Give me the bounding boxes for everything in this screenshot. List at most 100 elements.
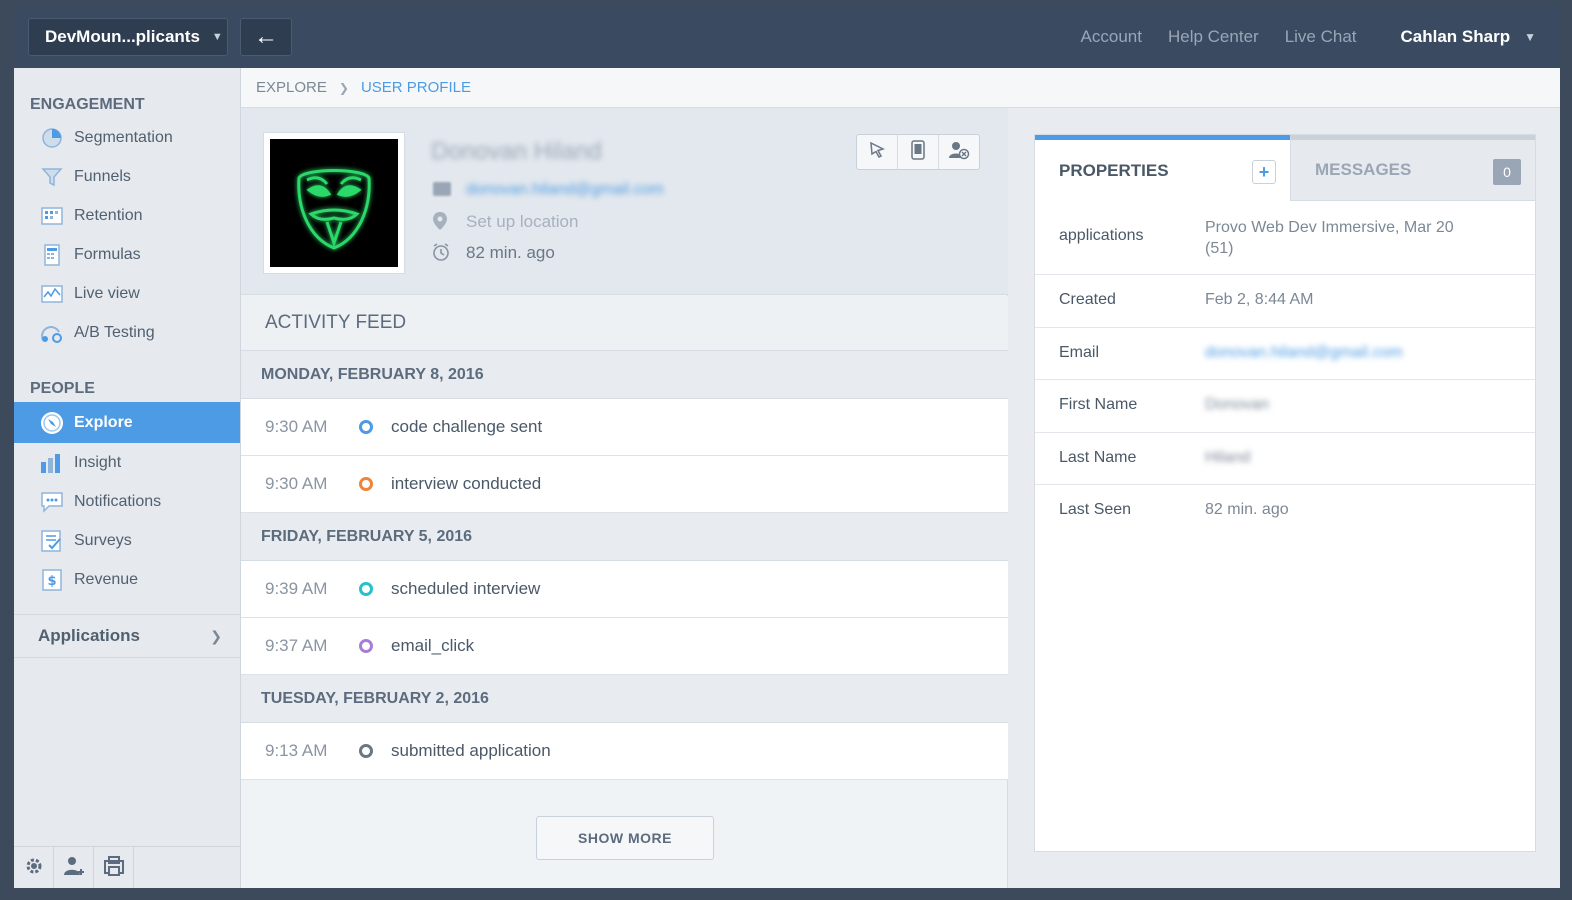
sidebar-item-funnels[interactable]: Funnels [14,157,240,196]
project-selector[interactable]: DevMoun...plicants ▼ [28,18,228,56]
chat-bubble-icon [40,490,64,514]
profile-header: Donovan Hiland donovan.hiland@gmail.com … [241,108,1008,295]
profile-actions [856,134,980,170]
sidebar-item-label: Live view [74,284,140,302]
event-dot-icon [359,582,373,596]
survey-icon [40,529,64,553]
property-key: Last Name [1059,449,1137,466]
dollar-icon: $ [40,568,64,592]
sidebar-item-ab-testing[interactable]: A/B Testing [14,313,240,352]
top-bar: DevMoun...plicants ▼ ← Account Help Cent… [14,6,1560,68]
location-pin-icon [431,211,449,236]
add-user-button[interactable] [54,847,94,888]
live-chart-icon [40,282,64,306]
add-property-button[interactable]: + [1252,160,1276,184]
account-link[interactable]: Account [1081,27,1142,47]
feed-event[interactable]: 9:30 AM code challenge sent [241,399,1008,456]
property-key: Last Seen [1059,501,1132,518]
sidebar-item-insight[interactable]: Insight [14,443,240,482]
property-value: Provo Web Dev Immersive, Mar 20 (51) [1205,219,1454,257]
applications-nav[interactable]: Applications ❯ [14,614,240,658]
sidebar-item-revenue[interactable]: $ Revenue [14,560,240,599]
last-seen-text: 82 min. ago [466,243,555,262]
tab-label: PROPERTIES [1059,160,1169,180]
location-setup-link[interactable]: Set up location [466,212,578,232]
remove-user-button[interactable] [939,135,979,169]
properties-card: PROPERTIES + MESSAGES 0 applications Pro… [1034,134,1536,852]
property-row: applications Provo Web Dev Immersive, Ma… [1035,201,1535,275]
breadcrumb-explore[interactable]: EXPLORE [256,79,327,96]
alarm-clock-icon [431,242,451,267]
avatar [263,132,405,274]
event-time: 9:39 AM [265,579,328,598]
help-center-link[interactable]: Help Center [1168,27,1259,47]
tab-properties[interactable]: PROPERTIES + [1035,135,1290,201]
sidebar-footer [14,846,240,888]
sidebar-item-retention[interactable]: Retention [14,196,240,235]
remove-user-icon [948,140,970,165]
sidebar-item-label: A/B Testing [74,323,155,341]
back-button[interactable]: ← [240,18,292,56]
chevron-down-icon: ▼ [211,31,223,43]
cursor-action-button[interactable] [857,135,898,169]
sidebar-item-label: Segmentation [74,128,173,146]
sidebar-item-notifications[interactable]: Notifications [14,482,240,521]
property-row: Created Feb 2, 8:44 AM [1035,275,1535,328]
property-value: Donovan [1205,396,1270,413]
sidebar-item-formulas[interactable]: Formulas [14,235,240,274]
calculator-icon [40,243,64,267]
live-chat-link[interactable]: Live Chat [1285,27,1357,47]
print-button[interactable] [94,847,134,888]
event-name: interview conducted [391,474,542,493]
property-value: 82 min. ago [1205,501,1289,518]
mobile-phone-icon [910,139,926,165]
ab-test-icon [40,321,64,345]
event-dot-icon [359,744,373,758]
feed-day-header: FRIDAY, FEBRUARY 5, 2016 [241,513,1008,561]
sidebar-item-segmentation[interactable]: Segmentation [14,118,240,157]
tab-messages[interactable]: MESSAGES 0 [1290,135,1535,201]
sidebar-item-surveys[interactable]: Surveys [14,521,240,560]
property-key: Email [1059,344,1100,361]
sidebar-item-label: Insight [74,453,122,471]
gear-icon [23,855,45,882]
feed-event[interactable]: 9:39 AM scheduled interview [241,561,1008,618]
chevron-down-icon[interactable]: ▼ [1524,30,1536,44]
cursor-icon [867,140,887,165]
event-time: 9:30 AM [265,417,328,436]
printer-icon [102,855,126,882]
property-row: First Name Donovan [1035,380,1535,433]
panel-tabs: PROPERTIES + MESSAGES 0 [1035,135,1535,201]
explore-icon [40,411,64,435]
show-more-button[interactable]: SHOW MORE [536,816,714,860]
breadcrumb-current: USER PROFILE [360,79,471,96]
sidebar-item-label: Retention [74,206,143,224]
user-menu[interactable]: Cahlan Sharp [1401,27,1511,47]
arrow-left-icon: ← [254,23,278,50]
property-key: applications [1059,227,1144,244]
sidebar-item-label: Formulas [74,245,141,263]
property-key: First Name [1059,396,1138,413]
mobile-action-button[interactable] [898,135,939,169]
svg-text:$: $ [47,574,56,589]
sidebar: ENGAGEMENT Segmentation Funnels Retentio… [14,68,241,888]
sidebar-item-label: Notifications [74,492,162,510]
top-nav: Account Help Center Live Chat Cahlan Sha… [1081,6,1560,68]
feed-event[interactable]: 9:13 AM submitted application [241,723,1008,780]
feed-event[interactable]: 9:37 AM email_click [241,618,1008,675]
property-key: Created [1059,291,1116,308]
sidebar-item-explore[interactable]: Explore [14,402,240,443]
activity-feed: MONDAY, FEBRUARY 8, 2016 9:30 AM code ch… [241,351,1008,780]
tab-label: MESSAGES [1315,160,1412,179]
profile-email[interactable]: donovan.hiland@gmail.com [466,181,664,199]
event-time: 9:37 AM [265,636,328,655]
event-time: 9:13 AM [265,741,328,760]
settings-button[interactable] [14,847,54,888]
feed-event[interactable]: 9:30 AM interview conducted [241,456,1008,513]
property-value[interactable]: donovan.hiland@gmail.com [1205,342,1485,363]
section-title-engagement: ENGAGEMENT [30,96,145,113]
profile-name: Donovan Hiland [431,138,602,165]
sidebar-item-live-view[interactable]: Live view [14,274,240,313]
add-user-icon [62,855,86,882]
funnel-icon [40,165,64,189]
